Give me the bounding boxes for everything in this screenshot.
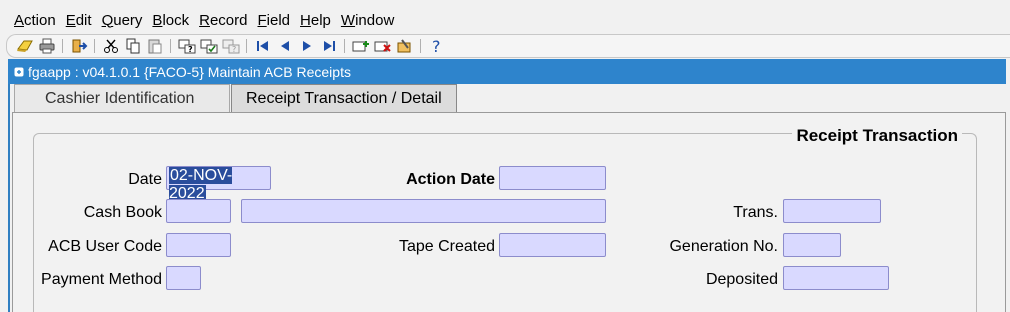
menu-bar: Action Edit Query Block Record Field Hel… bbox=[0, 8, 1010, 32]
menu-mnemonic: F bbox=[257, 11, 267, 29]
enter-query-icon[interactable]: ? bbox=[177, 37, 196, 56]
copy-icon[interactable] bbox=[123, 37, 142, 56]
print-icon[interactable] bbox=[37, 37, 56, 56]
action-date-field[interactable] bbox=[499, 166, 606, 190]
menu-mnemonic: E bbox=[65, 11, 76, 29]
tab-cashier-identification[interactable]: Cashier Identification bbox=[14, 84, 230, 112]
trans-field[interactable] bbox=[783, 199, 881, 223]
toolbar-separator bbox=[94, 39, 95, 53]
window-app-icon[interactable] bbox=[12, 65, 26, 79]
date-field[interactable]: 02-NOV-2022 bbox=[166, 166, 271, 202]
action-date-label: Action Date bbox=[406, 171, 495, 188]
menu-mnemonic: W bbox=[340, 11, 356, 29]
menu-record[interactable]: Record bbox=[199, 12, 247, 29]
date-label: Date bbox=[128, 171, 162, 188]
deposited-label: Deposited bbox=[705, 271, 778, 288]
tape-created-label: Tape Created bbox=[398, 238, 495, 255]
tape-created-field[interactable] bbox=[499, 233, 606, 257]
menu-mnemonic: H bbox=[300, 11, 311, 29]
payment-method-field[interactable] bbox=[166, 266, 201, 290]
menu-action[interactable]: Action bbox=[14, 12, 56, 29]
cash-book-label: Cash Book bbox=[83, 204, 162, 221]
menu-mnemonic: B bbox=[152, 11, 163, 29]
menu-window[interactable]: Window bbox=[341, 12, 394, 29]
execute-query-icon[interactable] bbox=[199, 37, 218, 56]
svg-text:?: ? bbox=[432, 38, 441, 54]
tab-strip: Cashier Identification Receipt Transacti… bbox=[14, 84, 458, 112]
toolbar-separator bbox=[170, 39, 171, 53]
payment-method-label: Payment Method bbox=[41, 271, 162, 288]
acb-user-code-field[interactable] bbox=[166, 233, 231, 257]
paste-icon[interactable] bbox=[145, 37, 164, 56]
toolbar-separator bbox=[344, 39, 345, 53]
menu-edit[interactable]: Edit bbox=[66, 12, 92, 29]
acb-user-code-label: ACB User Code bbox=[48, 238, 162, 255]
menu-mnemonic: A bbox=[14, 11, 25, 29]
menu-help[interactable]: Help bbox=[300, 12, 331, 29]
generation-no-field[interactable] bbox=[783, 233, 841, 257]
toolbar-separator bbox=[420, 39, 421, 53]
tab-receipt-transaction-detail[interactable]: Receipt Transaction / Detail bbox=[231, 84, 457, 112]
save-icon[interactable] bbox=[15, 37, 34, 56]
deposited-field[interactable] bbox=[783, 266, 889, 290]
window-title: fgaapp : v04.1.0.1 {FACO-5} Maintain ACB… bbox=[28, 63, 351, 80]
last-record-icon[interactable] bbox=[319, 37, 338, 56]
group-title: Receipt Transaction bbox=[792, 126, 962, 146]
toolbar-separator bbox=[246, 39, 247, 53]
window-titlebar: fgaapp : v04.1.0.1 {FACO-5} Maintain ACB… bbox=[8, 59, 1006, 84]
next-record-icon[interactable] bbox=[297, 37, 316, 56]
menu-mnemonic: Q bbox=[101, 11, 114, 29]
cash-book-code-field[interactable] bbox=[166, 199, 231, 223]
exit-icon[interactable] bbox=[69, 37, 88, 56]
menu-mnemonic: R bbox=[199, 11, 210, 29]
previous-record-icon[interactable] bbox=[275, 37, 294, 56]
insert-record-icon[interactable] bbox=[351, 37, 370, 56]
toolbar-separator bbox=[62, 39, 63, 53]
toolbar: ? ? ? bbox=[6, 34, 1010, 58]
menu-field[interactable]: Field bbox=[258, 12, 291, 29]
cancel-query-icon[interactable]: ? bbox=[221, 37, 240, 56]
cash-book-description-field[interactable] bbox=[241, 199, 606, 223]
help-icon[interactable]: ? bbox=[427, 37, 446, 56]
generation-no-label: Generation No. bbox=[669, 238, 778, 255]
svg-text:?: ? bbox=[232, 45, 236, 54]
trans-label: Trans. bbox=[733, 204, 778, 221]
cut-icon[interactable] bbox=[101, 37, 120, 56]
first-record-icon[interactable] bbox=[253, 37, 272, 56]
menu-block[interactable]: Block bbox=[152, 12, 189, 29]
svg-text:?: ? bbox=[188, 45, 193, 54]
clear-record-icon[interactable] bbox=[395, 37, 414, 56]
delete-record-icon[interactable] bbox=[373, 37, 392, 56]
menu-query[interactable]: Query bbox=[102, 12, 143, 29]
